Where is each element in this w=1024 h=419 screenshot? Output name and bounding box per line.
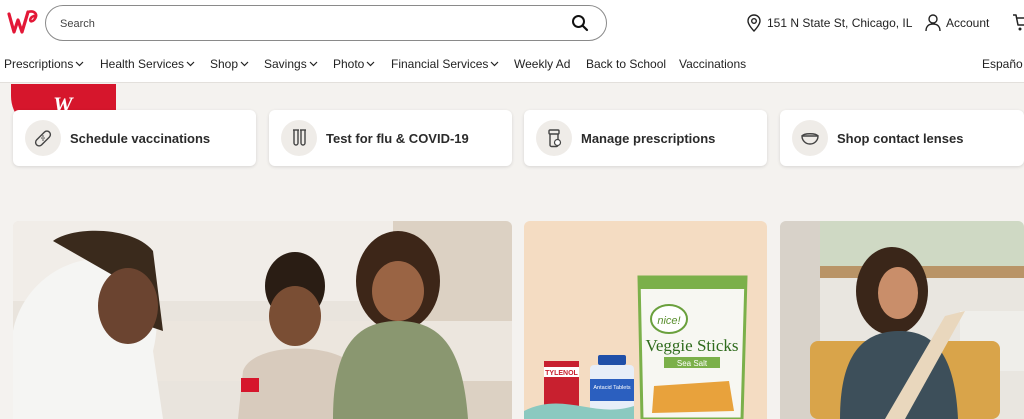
user-icon xyxy=(925,14,941,32)
chevron-down-icon xyxy=(490,61,499,67)
nav-item-espanol[interactable]: Españo xyxy=(982,57,1023,71)
bandage-icon xyxy=(25,120,61,156)
nav-item-financial-services[interactable]: Financial Services xyxy=(391,57,499,71)
nav-item-back-to-school[interactable]: Back to School xyxy=(586,57,666,71)
location-pin-icon xyxy=(747,14,761,32)
antacid-text: Antacid Tablets xyxy=(593,385,630,391)
quick-action-label: Shop contact lenses xyxy=(837,130,964,146)
veggie-sticks-text: Veggie Sticks xyxy=(645,336,738,355)
store-location-link[interactable]: 151 N State St, Chicago, IL xyxy=(747,13,912,33)
walgreens-logo[interactable] xyxy=(6,8,40,38)
account-link[interactable]: Account xyxy=(925,13,989,33)
veggie-brand-text: nice! xyxy=(657,315,680,327)
quick-action-test-flu-covid[interactable]: Test for flu & COVID-19 xyxy=(269,110,512,166)
nav-item-weekly-ad[interactable]: Weekly Ad xyxy=(514,57,570,71)
store-location-text: 151 N State St, Chicago, IL xyxy=(767,16,913,30)
nav-item-savings[interactable]: Savings xyxy=(264,57,318,71)
quick-action-label: Manage prescriptions xyxy=(581,130,716,146)
chevron-down-icon xyxy=(309,61,318,67)
quick-action-schedule-vaccinations[interactable]: Schedule vaccinations xyxy=(13,110,256,166)
tylenol-text: TYLENOL xyxy=(545,370,578,377)
veggie-flavor-text: Sea Salt xyxy=(677,359,708,368)
search-input[interactable] xyxy=(60,15,540,33)
woman-with-package-image[interactable] xyxy=(780,221,1024,419)
quick-action-manage-prescriptions[interactable]: Manage prescriptions xyxy=(524,110,767,166)
quick-action-label: Schedule vaccinations xyxy=(70,130,211,146)
site-header: 151 N State St, Chicago, IL Account Pres… xyxy=(0,0,1024,83)
main-nav: Prescriptions Health Services Shop Savin… xyxy=(0,57,1024,77)
nav-item-vaccinations[interactable]: Vaccinations xyxy=(679,57,746,71)
contact-lens-icon xyxy=(792,120,828,156)
search-bar xyxy=(45,5,607,41)
nav-item-prescriptions[interactable]: Prescriptions xyxy=(4,57,84,71)
otc-products-image[interactable]: nice! Veggie Sticks Sea Salt TYLENOL Ant… xyxy=(524,221,767,419)
quick-action-shop-contact-lenses[interactable]: Shop contact lenses xyxy=(780,110,1024,166)
pill-bottle-icon xyxy=(536,120,572,156)
cart-icon[interactable] xyxy=(1012,12,1024,32)
account-label: Account xyxy=(946,16,990,30)
pharmacist-vaccinating-child-image[interactable] xyxy=(13,221,512,419)
nav-item-shop[interactable]: Shop xyxy=(210,57,249,71)
chevron-down-icon xyxy=(186,61,195,67)
chevron-down-icon xyxy=(366,61,375,67)
chevron-down-icon xyxy=(75,61,84,67)
quick-action-label: Test for flu & COVID-19 xyxy=(326,130,469,146)
nav-item-photo[interactable]: Photo xyxy=(333,57,375,71)
chevron-down-icon xyxy=(240,61,249,67)
search-icon[interactable] xyxy=(571,14,589,32)
nav-item-health-services[interactable]: Health Services xyxy=(100,57,195,71)
test-tubes-icon xyxy=(281,120,317,156)
